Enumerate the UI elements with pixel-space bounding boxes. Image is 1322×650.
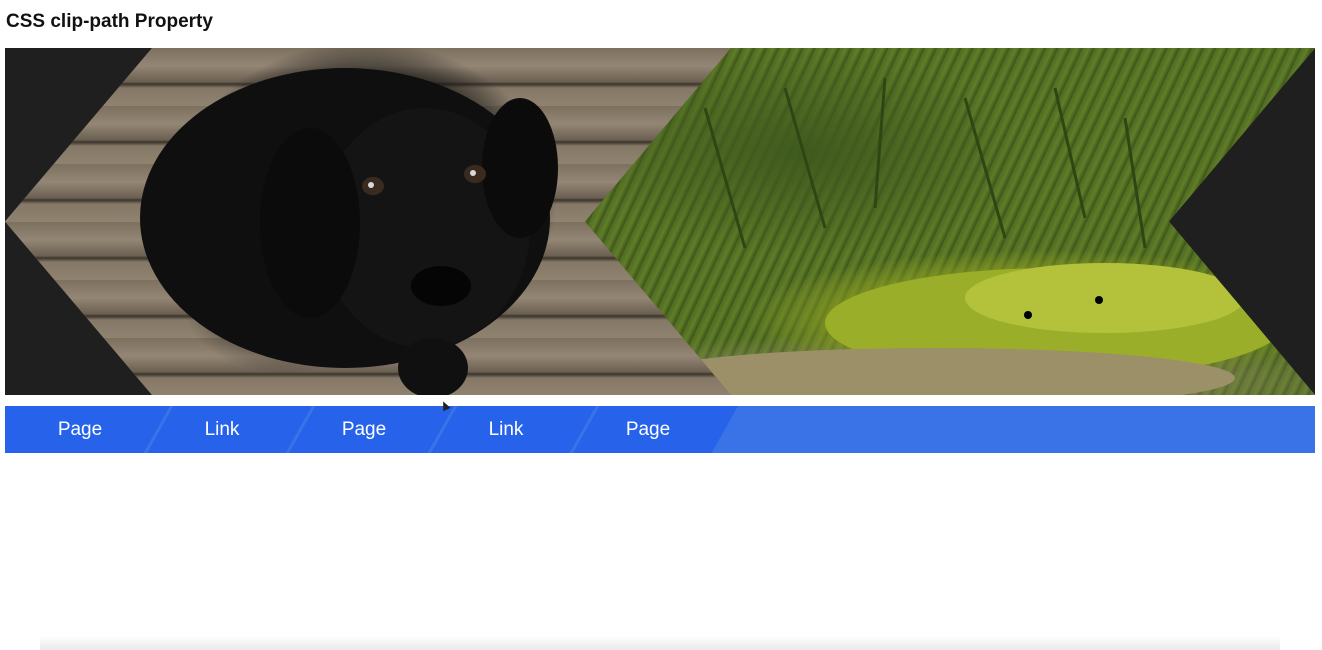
marker-dot <box>1095 296 1103 304</box>
puppy-left-ear <box>260 128 360 318</box>
nav-item-2: Link <box>147 406 312 453</box>
nav-link-page-1[interactable]: Page <box>5 406 155 453</box>
page-title: CSS clip-path Property <box>6 11 213 32</box>
moss-illustration <box>635 77 1285 395</box>
puppy-right-ear <box>482 98 558 238</box>
moss-highlight <box>965 263 1245 333</box>
nav-item-3: Page <box>289 406 454 453</box>
puppy-eye-right-glint <box>470 170 476 176</box>
nav-item-1: Page <box>5 406 170 453</box>
puppy-nose <box>411 266 471 306</box>
puppy-eye-left-glint <box>368 182 374 188</box>
nav-link-page-3[interactable]: Page <box>573 406 723 453</box>
page-root: CSS clip-path Property Page Link Page Li… <box>0 0 1322 650</box>
navigation-bar: Page Link Page Link Page <box>5 406 1315 453</box>
nav-link-link-1[interactable]: Link <box>147 406 297 453</box>
fern-stems <box>703 77 1147 249</box>
bottom-shadow <box>40 636 1280 650</box>
nav-item-5: Page <box>573 406 738 453</box>
nav-list: Page Link Page Link Page <box>5 406 738 453</box>
nav-link-link-2[interactable]: Link <box>431 406 581 453</box>
nav-item-4: Link <box>431 406 596 453</box>
moss-image <box>585 48 1315 395</box>
nav-link-page-2[interactable]: Page <box>289 406 439 453</box>
hero-banner <box>5 48 1315 395</box>
marker-dot <box>1024 311 1032 319</box>
